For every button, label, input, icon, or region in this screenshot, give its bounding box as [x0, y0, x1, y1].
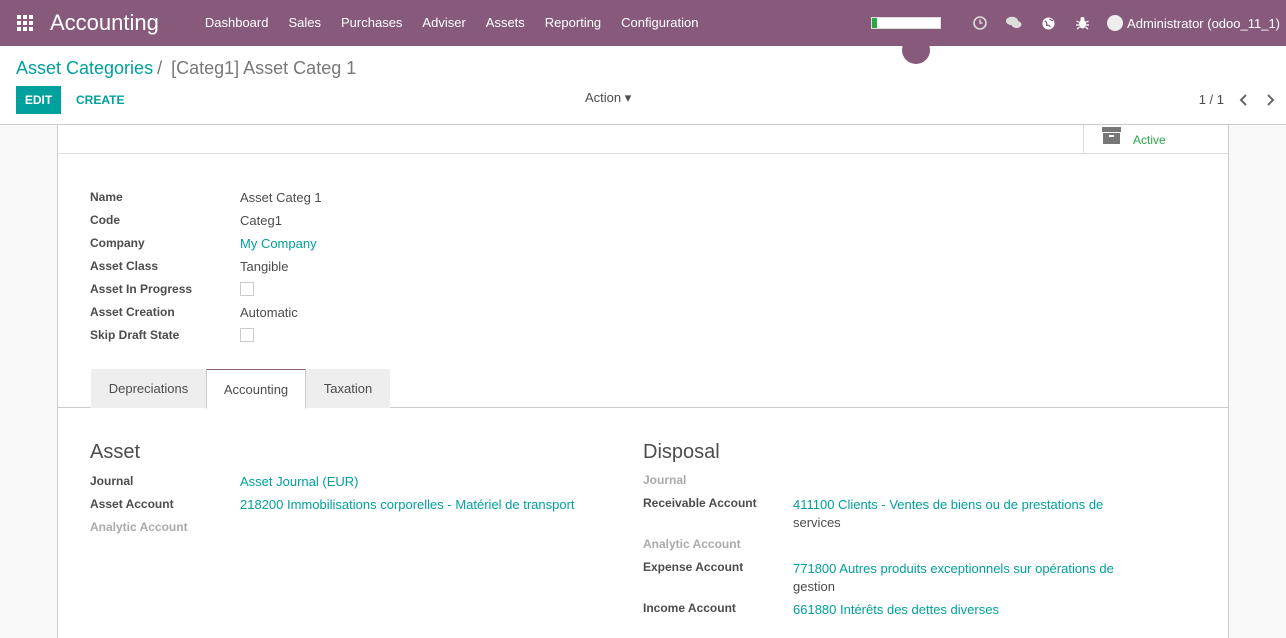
loading-indicator — [902, 36, 930, 64]
avatar — [1107, 15, 1124, 31]
disposal-journal-label: Journal — [643, 473, 687, 487]
menu-item-sales[interactable]: Sales — [278, 0, 331, 46]
tab-accounting[interactable]: Accounting — [206, 369, 306, 409]
pager-next-icon[interactable] — [1260, 88, 1280, 112]
top-navbar: Accounting Dashboard Sales Purchases Adv… — [0, 0, 1286, 46]
skip-draft-state-checkbox[interactable] — [240, 328, 254, 342]
user-menu[interactable]: Administrator (odoo_11_1) — [1099, 15, 1286, 31]
expense-account-rest: gestion — [793, 579, 835, 594]
website-globe-icon[interactable] — [1031, 0, 1065, 46]
menu-item-assets[interactable]: Assets — [476, 0, 535, 46]
archive-icon — [1102, 127, 1121, 144]
name-label: Name — [90, 190, 123, 204]
disposal-group-title: Disposal — [643, 441, 720, 463]
breadcrumb: Asset Categories / [Categ1] Asset Categ 1 — [16, 58, 356, 79]
asset-creation-label: Asset Creation — [90, 305, 175, 319]
field-asset-journal: Journal Asset Journal (EUR) — [90, 471, 358, 491]
field-asset-class: Asset Class Tangible — [90, 256, 288, 276]
apps-menu-icon[interactable] — [0, 0, 50, 46]
menu-item-reporting[interactable]: Reporting — [535, 0, 611, 46]
field-expense-account: Expense Account 771800 Autres produits e… — [643, 560, 1133, 596]
receivable-account-link[interactable]: 411100 Clients - Ventes de biens ou de p… — [793, 497, 1103, 512]
create-button[interactable]: CREATE — [68, 86, 132, 114]
breadcrumb-separator: / — [157, 58, 163, 78]
breadcrumb-current: [Categ1] Asset Categ 1 — [171, 58, 357, 78]
user-name: Administrator (odoo_11_1) — [1127, 15, 1280, 31]
systray: Administrator (odoo_11_1) — [871, 0, 1286, 46]
app-title[interactable]: Accounting — [50, 10, 159, 36]
edit-button[interactable]: EDIT — [16, 86, 61, 114]
menu-item-configuration[interactable]: Configuration — [611, 0, 708, 46]
field-asset-creation: Asset Creation Automatic — [90, 302, 298, 322]
menu-item-adviser[interactable]: Adviser — [412, 0, 475, 46]
receivable-account-rest: services — [793, 515, 841, 530]
field-name: Name Asset Categ 1 — [90, 187, 322, 207]
expense-account-link[interactable]: 771800 Autres produits exceptionnels sur… — [793, 561, 1114, 576]
skip-draft-state-label: Skip Draft State — [90, 328, 180, 342]
debug-bug-icon[interactable] — [1065, 0, 1099, 46]
company-link[interactable]: My Company — [240, 236, 317, 251]
asset-class-value: Tangible — [240, 258, 289, 274]
action-dropdown[interactable]: Action ▾ — [585, 90, 631, 106]
tab-depreciations[interactable]: Depreciations — [91, 369, 206, 408]
menu-item-dashboard[interactable]: Dashboard — [195, 0, 279, 46]
receivable-account-value: 411100 Clients - Ventes de biens ou de p… — [793, 496, 1133, 532]
asset-account-link[interactable]: 218200 Immobilisations corporelles - Mat… — [240, 497, 575, 512]
main-menu: Dashboard Sales Purchases Adviser Assets… — [195, 0, 709, 46]
expense-account-value: 771800 Autres produits exceptionnels sur… — [793, 560, 1133, 596]
asset-in-progress-label: Asset In Progress — [90, 282, 193, 296]
form-sheet: Active Name Asset Categ 1 Code Categ1 Co… — [57, 125, 1229, 638]
activity-clock-icon[interactable] — [963, 0, 997, 46]
pager-previous-icon[interactable] — [1234, 88, 1254, 112]
field-asset-in-progress: Asset In Progress — [90, 279, 254, 299]
field-code: Code Categ1 — [90, 210, 282, 230]
active-status-label: Active — [1133, 132, 1166, 147]
asset-in-progress-checkbox[interactable] — [240, 282, 254, 296]
field-company: Company My Company — [90, 233, 317, 253]
messaging-comments-icon[interactable] — [997, 0, 1031, 46]
onboarding-progress-bar[interactable] — [871, 17, 942, 29]
income-account-label: Income Account — [643, 601, 736, 615]
pager-value[interactable]: 1 / 1 — [1199, 92, 1224, 107]
field-skip-draft-state: Skip Draft State — [90, 325, 254, 345]
expense-account-label: Expense Account — [643, 560, 744, 574]
control-panel: Asset Categories / [Categ1] Asset Categ 1… — [0, 46, 1286, 125]
field-income-account: Income Account 661880 Intérêts des dette… — [643, 601, 1133, 619]
field-receivable-account: Receivable Account 411100 Clients - Vent… — [643, 496, 1133, 532]
name-value: Asset Categ 1 — [240, 189, 322, 205]
code-value: Categ1 — [240, 212, 282, 228]
code-label: Code — [90, 213, 120, 227]
receivable-account-label: Receivable Account — [643, 496, 757, 510]
field-asset-account: Asset Account 218200 Immobilisations cor… — [90, 494, 575, 514]
tab-taxation[interactable]: Taxation — [306, 369, 390, 408]
disposal-analytic-account-label: Analytic Account — [643, 537, 741, 551]
button-box: Active — [58, 125, 1228, 154]
asset-journal-label: Journal — [90, 474, 134, 488]
asset-group-title: Asset — [90, 441, 141, 463]
field-asset-analytic-account: Analytic Account — [90, 517, 240, 537]
asset-class-label: Asset Class — [90, 259, 159, 273]
breadcrumb-parent-link[interactable]: Asset Categories — [16, 58, 153, 78]
field-disposal-journal: Journal — [643, 473, 793, 487]
asset-analytic-account-label: Analytic Account — [90, 520, 188, 534]
field-disposal-analytic-account: Analytic Account — [643, 537, 793, 551]
asset-journal-link[interactable]: Asset Journal (EUR) — [240, 474, 358, 489]
income-account-link[interactable]: 661880 Intérêts des dettes diverses — [793, 601, 1133, 619]
asset-creation-value: Automatic — [240, 304, 298, 320]
menu-item-purchases[interactable]: Purchases — [331, 0, 412, 46]
asset-account-label: Asset Account — [90, 497, 174, 511]
company-label: Company — [90, 236, 145, 250]
active-toggle-button[interactable]: Active — [1083, 125, 1228, 154]
notebook-tabs: Depreciations Accounting Taxation — [58, 369, 1228, 409]
